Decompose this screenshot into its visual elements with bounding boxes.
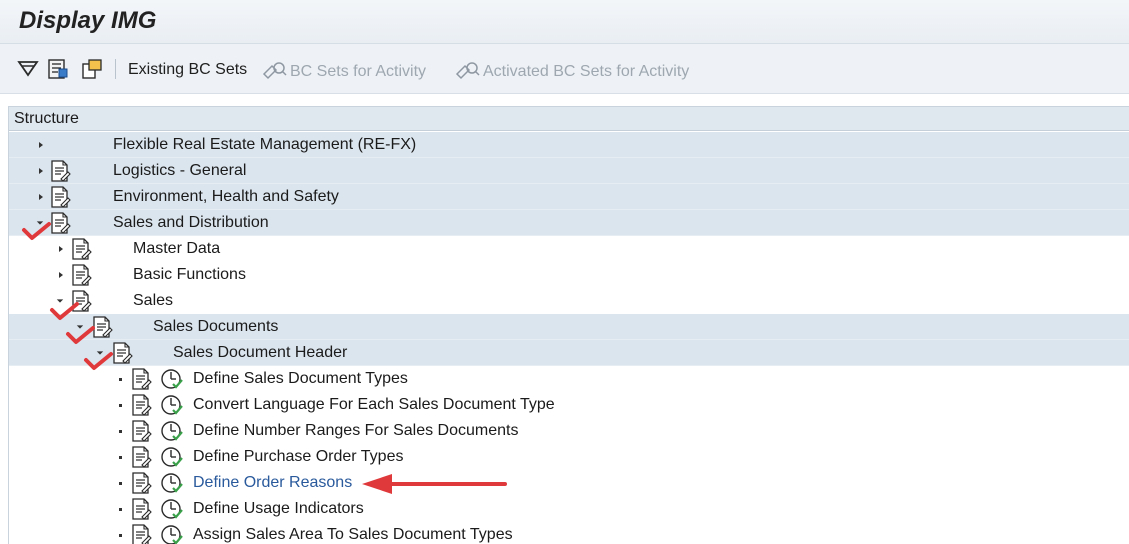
img-activity-label[interactable]: Define Order Reasons bbox=[193, 473, 352, 493]
document-icon bbox=[72, 264, 92, 286]
img-activity-label: Define Sales Document Types bbox=[193, 370, 408, 387]
img-activity-label: Convert Language For Each Sales Document… bbox=[193, 396, 555, 413]
tree-node[interactable]: Master Data bbox=[9, 236, 1129, 262]
tree-node[interactable]: Sales bbox=[9, 288, 1129, 314]
documentation-icon[interactable] bbox=[130, 394, 152, 416]
tree-node-label: Sales Document Header bbox=[173, 344, 348, 361]
documentation-icon[interactable] bbox=[130, 446, 152, 468]
execute-activity-icon[interactable] bbox=[160, 368, 184, 390]
toolbar: Existing BC Sets BC Sets for Activity Ac… bbox=[0, 44, 1129, 94]
tree-leaf-bullet bbox=[119, 378, 122, 381]
tree-node-label: Master Data bbox=[133, 240, 221, 257]
execute-activity-icon[interactable] bbox=[160, 446, 184, 468]
img-activity-row-selected[interactable]: Define Order Reasons bbox=[9, 470, 1129, 496]
expand-arrow-icon[interactable] bbox=[37, 192, 45, 202]
collapse-arrow-icon[interactable] bbox=[56, 296, 64, 306]
bc-sets-for-activity-button[interactable]: BC Sets for Activity bbox=[262, 60, 426, 82]
document-icon bbox=[51, 160, 71, 182]
img-activity-row[interactable]: Define Usage Indicators bbox=[9, 496, 1129, 522]
img-activity-label: Assign Sales Area To Sales Document Type… bbox=[193, 526, 513, 543]
collapse-arrow-icon[interactable] bbox=[96, 348, 104, 358]
tree-leaf-bullet bbox=[119, 508, 122, 511]
documentation-icon[interactable] bbox=[130, 368, 152, 390]
document-icon bbox=[51, 212, 71, 234]
tree-node-label: Sales and Distribution bbox=[113, 214, 269, 231]
structure-tree: Structure Flexible Real Estate Managemen… bbox=[8, 106, 1129, 544]
existing-bc-sets-label: Existing BC Sets bbox=[128, 61, 248, 78]
tree-node[interactable]: Sales and Distribution bbox=[9, 210, 1129, 236]
document-icon bbox=[51, 186, 71, 208]
expand-arrow-icon[interactable] bbox=[57, 244, 65, 254]
img-activity-row[interactable]: Define Purchase Order Types bbox=[9, 444, 1129, 470]
toolbar-separator bbox=[115, 59, 116, 79]
tree-node-label: Flexible Real Estate Management (RE-FX) bbox=[113, 136, 417, 153]
tree-leaf-bullet bbox=[119, 430, 122, 433]
document-icon bbox=[113, 342, 133, 364]
tree-leaf-bullet bbox=[119, 404, 122, 407]
documentation-icon[interactable] bbox=[130, 420, 152, 442]
expand-arrow-icon[interactable] bbox=[37, 166, 45, 176]
tree-node-label: Sales Documents bbox=[153, 318, 279, 335]
tree-leaf-bullet bbox=[119, 482, 122, 485]
img-activity-row[interactable]: Assign Sales Area To Sales Document Type… bbox=[9, 522, 1129, 544]
bc-sets-for-activity-label: BC Sets for Activity bbox=[290, 63, 427, 80]
filter-icon[interactable] bbox=[16, 57, 40, 81]
img-activity-row[interactable]: Define Number Ranges For Sales Documents bbox=[9, 418, 1129, 444]
tree-node[interactable]: Sales Documents bbox=[9, 314, 1129, 340]
execute-activity-icon[interactable] bbox=[160, 420, 184, 442]
bc-sets-icon bbox=[262, 62, 287, 80]
document-icon bbox=[72, 238, 92, 260]
tree-node-label: Sales bbox=[133, 292, 174, 309]
documentation-icon[interactable] bbox=[130, 524, 152, 544]
img-activity-label: Define Purchase Order Types bbox=[193, 448, 404, 465]
tree-node[interactable]: Logistics - General bbox=[9, 158, 1129, 184]
activated-bc-sets-icon bbox=[455, 62, 480, 80]
tree-leaf-bullet bbox=[119, 456, 122, 459]
copy-icon[interactable] bbox=[80, 57, 104, 81]
img-activity-label: Define Usage Indicators bbox=[193, 500, 364, 517]
collapse-arrow-icon[interactable] bbox=[76, 322, 84, 332]
title-bar: Display IMG bbox=[0, 0, 1129, 44]
document-icon bbox=[72, 290, 92, 312]
expand-arrow-icon[interactable] bbox=[37, 140, 45, 150]
execute-activity-icon[interactable] bbox=[160, 498, 184, 520]
documentation-icon[interactable] bbox=[130, 472, 152, 494]
tree-node[interactable]: Basic Functions bbox=[9, 262, 1129, 288]
img-activity-label: Define Number Ranges For Sales Documents bbox=[193, 422, 519, 439]
document-icon bbox=[93, 316, 113, 338]
tree-node[interactable]: Sales Document Header bbox=[9, 340, 1129, 366]
structure-header-label: Structure bbox=[14, 110, 79, 127]
execute-activity-icon[interactable] bbox=[160, 524, 184, 544]
documentation-icon[interactable] bbox=[130, 498, 152, 520]
structure-column-header: Structure bbox=[9, 107, 1129, 131]
collapse-arrow-icon[interactable] bbox=[36, 218, 44, 228]
tree-leaf-bullet bbox=[119, 534, 122, 537]
tree-node[interactable]: Environment, Health and Safety bbox=[9, 184, 1129, 210]
execute-activity-icon[interactable] bbox=[160, 394, 184, 416]
tree-node[interactable]: Flexible Real Estate Management (RE-FX) bbox=[9, 132, 1129, 158]
execute-activity-icon[interactable] bbox=[160, 472, 184, 494]
img-activity-row[interactable]: Define Sales Document Types bbox=[9, 366, 1129, 392]
tree-node-label: Environment, Health and Safety bbox=[113, 188, 339, 205]
tree-node-label: Basic Functions bbox=[133, 266, 246, 283]
window-title: Display IMG bbox=[19, 7, 157, 34]
img-activity-row[interactable]: Convert Language For Each Sales Document… bbox=[9, 392, 1129, 418]
activated-bc-sets-button[interactable]: Activated BC Sets for Activity bbox=[455, 60, 689, 82]
find-icon[interactable] bbox=[46, 57, 70, 81]
tree-node-label: Logistics - General bbox=[113, 162, 247, 179]
activated-bc-sets-label: Activated BC Sets for Activity bbox=[483, 63, 690, 80]
expand-arrow-icon[interactable] bbox=[57, 270, 65, 280]
existing-bc-sets-button[interactable]: Existing BC Sets bbox=[128, 60, 247, 80]
